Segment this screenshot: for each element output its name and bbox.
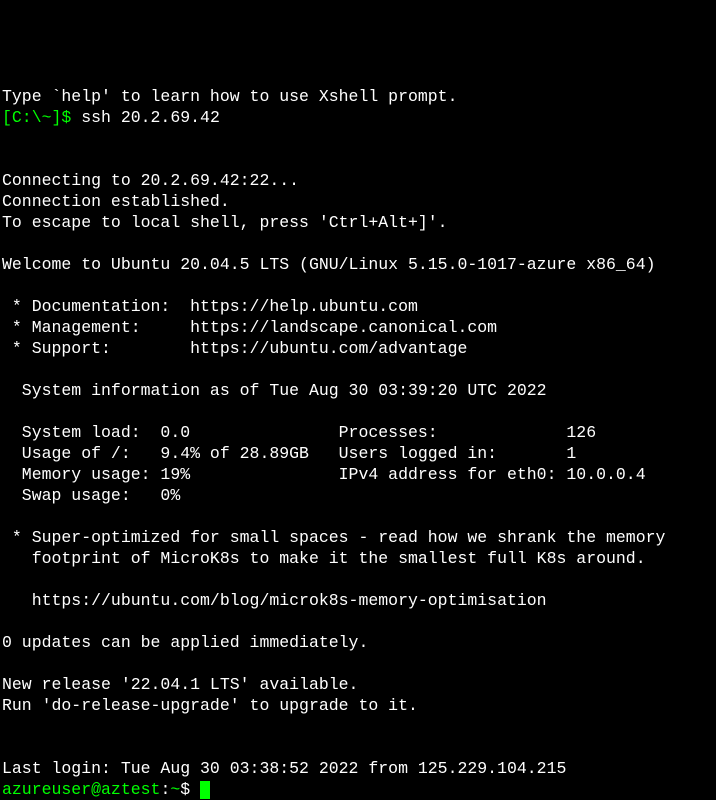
xshell-hint: Type `help' to learn how to use Xshell p… [2, 87, 457, 106]
management-link: * Management: https://landscape.canonica… [2, 318, 497, 337]
remote-prompt-path: ~ [170, 780, 180, 799]
welcome-line: Welcome to Ubuntu 20.04.5 LTS (GNU/Linux… [2, 255, 656, 274]
stat-line-4: Swap usage: 0% [2, 486, 180, 505]
microk8s-line-1: * Super-optimized for small spaces - rea… [2, 528, 665, 547]
sysinfo-header: System information as of Tue Aug 30 03:3… [2, 381, 547, 400]
escape-hint: To escape to local shell, press 'Ctrl+Al… [2, 213, 448, 232]
established-line: Connection established. [2, 192, 230, 211]
release-line-1: New release '22.04.1 LTS' available. [2, 675, 358, 694]
ssh-command: ssh 20.2.69.42 [81, 108, 220, 127]
stat-line-3: Memory usage: 19% IPv4 address for eth0:… [2, 465, 646, 484]
local-prompt: [C:\~]$ [2, 108, 81, 127]
remote-prompt-colon: : [160, 780, 170, 799]
microk8s-link: https://ubuntu.com/blog/microk8s-memory-… [2, 591, 547, 610]
last-login-line: Last login: Tue Aug 30 03:38:52 2022 fro… [2, 759, 566, 778]
terminal-cursor[interactable] [200, 781, 210, 799]
remote-prompt-userhost: azureuser@aztest [2, 780, 160, 799]
support-link: * Support: https://ubuntu.com/advantage [2, 339, 467, 358]
updates-line: 0 updates can be applied immediately. [2, 633, 368, 652]
documentation-link: * Documentation: https://help.ubuntu.com [2, 297, 418, 316]
remote-prompt-dollar: $ [180, 780, 200, 799]
stat-line-1: System load: 0.0 Processes: 126 [2, 423, 596, 442]
connecting-line: Connecting to 20.2.69.42:22... [2, 171, 299, 190]
stat-line-2: Usage of /: 9.4% of 28.89GB Users logged… [2, 444, 576, 463]
microk8s-line-2: footprint of MicroK8s to make it the sma… [2, 549, 646, 568]
release-line-2: Run 'do-release-upgrade' to upgrade to i… [2, 696, 418, 715]
